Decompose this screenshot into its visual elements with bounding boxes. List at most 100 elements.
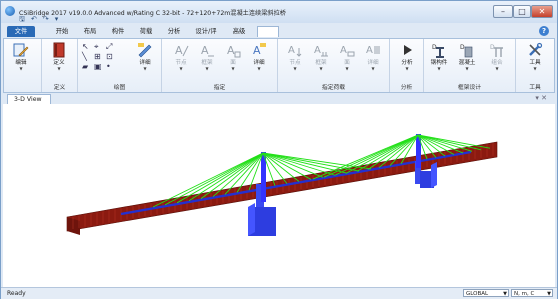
load-area-icon: A bbox=[340, 45, 355, 57]
tab-components[interactable]: 构件 bbox=[109, 26, 127, 37]
group-define: 定义 ▼ 定义 bbox=[42, 39, 78, 92]
stay-cables[interactable] bbox=[152, 134, 491, 208]
draw-point-icon[interactable]: • bbox=[106, 63, 114, 71]
svg-text:A: A bbox=[175, 44, 183, 57]
tab-3d-view[interactable]: 3-D View bbox=[7, 94, 51, 104]
group-frame-design-label: 框架设计 bbox=[457, 85, 482, 91]
edit-button[interactable]: 编辑 ▼ bbox=[10, 42, 32, 78]
svg-text:A: A bbox=[314, 45, 321, 56]
app-window: CSiBridge 2017 v19.0.0 Advanced w/Rating… bbox=[0, 0, 558, 299]
status-text: Ready bbox=[7, 290, 26, 297]
draw-link-icon[interactable]: ⊡ bbox=[106, 53, 114, 61]
save-icon[interactable]: 🖫 bbox=[19, 16, 25, 23]
define-book-icon bbox=[53, 42, 65, 58]
title-bar: CSiBridge 2017 v19.0.0 Advanced w/Rating… bbox=[1, 1, 557, 23]
draw-grid-icon[interactable]: ⊞ bbox=[94, 53, 102, 61]
window-title: CSiBridge 2017 v19.0.0 Advanced w/Rating… bbox=[19, 10, 286, 17]
draw-area-icon[interactable]: ▰ bbox=[82, 63, 90, 71]
quick-access-toolbar: 🖫 ↶ ↷ ▾ bbox=[19, 16, 58, 23]
tab-analysis[interactable]: 分析 bbox=[165, 26, 183, 37]
units-value: N, m, C bbox=[514, 291, 535, 297]
assign-area-icon: A bbox=[227, 44, 241, 58]
dropdown-arrow-icon: ▼ bbox=[319, 66, 323, 71]
tab-file[interactable]: 文件 bbox=[7, 26, 35, 37]
tab-advanced[interactable] bbox=[257, 26, 279, 37]
analyze-button[interactable]: 分析 ▼ bbox=[396, 42, 418, 78]
dropdown-arrow-icon: ▼ bbox=[231, 66, 235, 71]
composite-frame-button[interactable]: D 组合 ▼ bbox=[486, 42, 508, 78]
group-tools-label: 工具 bbox=[529, 85, 541, 91]
pier-right-footing-side bbox=[431, 162, 437, 188]
group-tools: 工具 ▼ 工具 bbox=[516, 39, 554, 92]
status-bar: Ready GLOBAL ▼ N, m, C ▼ bbox=[1, 287, 557, 299]
close-button[interactable]: ✕ bbox=[531, 5, 553, 18]
tab-home[interactable]: 开始 bbox=[53, 26, 71, 37]
draw-details-icon bbox=[138, 43, 152, 58]
dropdown-arrow-icon: ▼ bbox=[179, 66, 183, 71]
qat-customize-icon[interactable]: ▾ bbox=[55, 16, 59, 23]
assign-details-button[interactable]: A 详细 ▼ bbox=[248, 42, 270, 78]
chevron-down-icon: ▼ bbox=[503, 291, 507, 297]
run-analysis-icon bbox=[404, 45, 412, 55]
draw-node-icon[interactable]: ⌖ bbox=[94, 43, 102, 51]
svg-text:A: A bbox=[288, 45, 295, 56]
dropdown-arrow-icon: ▼ bbox=[257, 66, 261, 71]
draw-frame-icon[interactable]: ⤢ bbox=[106, 43, 114, 51]
group-draw-label: 绘图 bbox=[113, 85, 126, 91]
load-joint-button[interactable]: A 节点 ▼ bbox=[284, 42, 306, 78]
minimize-button[interactable]: – bbox=[493, 5, 513, 18]
window-pane-controls[interactable]: ▾ ✕ bbox=[535, 94, 547, 102]
steel-frame-icon: D bbox=[432, 44, 444, 58]
coordinate-system-value: GLOBAL bbox=[466, 291, 489, 297]
ribbon: 编辑 ▼ 定义 ▼ 定义 ↖ ⌖ ⤢ ╲ ⊞ ⊡ ▰ ▣ • 详细 ▼ 绘图 A… bbox=[3, 38, 555, 93]
assign-area-button[interactable]: A 面 ▼ bbox=[222, 42, 244, 78]
bridge-3d-model[interactable] bbox=[3, 104, 555, 287]
steel-frame-button[interactable]: D 钢构件 ▼ bbox=[428, 42, 450, 78]
assign-joint-icon: A bbox=[175, 44, 189, 57]
dropdown-arrow-icon: ▼ bbox=[57, 66, 61, 71]
tab-layout[interactable]: 布局 bbox=[81, 26, 99, 37]
svg-text:A: A bbox=[366, 45, 373, 56]
assign-joint-button[interactable]: A 节点 ▼ bbox=[170, 42, 192, 78]
load-area-button[interactable]: A 面 ▼ bbox=[336, 42, 358, 78]
draw-line-icon[interactable]: ╲ bbox=[82, 53, 90, 61]
stay-cable[interactable] bbox=[262, 152, 372, 170]
load-joint-icon: A bbox=[288, 45, 302, 57]
units-select[interactable]: N, m, C ▼ bbox=[511, 289, 553, 297]
group-analyze: 分析 ▼ 分析 bbox=[390, 39, 424, 92]
redo-icon[interactable]: ↷ bbox=[43, 16, 49, 23]
load-details-icon: A bbox=[366, 45, 380, 56]
maximize-button[interactable]: □ bbox=[513, 5, 531, 18]
load-frame-icon: A bbox=[314, 45, 328, 57]
svg-text:A: A bbox=[253, 44, 261, 57]
draw-rect-icon[interactable]: ▣ bbox=[94, 63, 102, 71]
tools-button[interactable]: 工具 ▼ bbox=[524, 42, 546, 78]
group-define-label: 定义 bbox=[53, 85, 66, 91]
tab-loads[interactable]: 荷载 bbox=[137, 26, 155, 37]
undo-icon[interactable]: ↶ bbox=[31, 16, 37, 23]
group-frame-design: D 钢构件 ▼ D 混凝土 ▼ D 组合 ▼ 框架设计 bbox=[424, 39, 516, 92]
assign-frame-button[interactable]: A 框架 ▼ bbox=[196, 42, 218, 78]
composite-frame-icon: D bbox=[490, 44, 503, 57]
svg-text:D: D bbox=[460, 44, 465, 51]
concrete-frame-icon: D bbox=[460, 44, 473, 58]
define-button[interactable]: 定义 ▼ bbox=[48, 42, 70, 78]
select-pointer-icon[interactable]: ↖ bbox=[82, 43, 90, 51]
tab-design-rating[interactable]: 高级 bbox=[223, 26, 255, 37]
tab-analyze[interactable]: 设计/评价 bbox=[195, 26, 217, 46]
model-viewport[interactable] bbox=[3, 104, 555, 287]
help-icon[interactable]: ? bbox=[539, 26, 549, 36]
tower-right[interactable] bbox=[416, 134, 421, 168]
load-details-button[interactable]: A 详细 ▼ bbox=[362, 42, 384, 78]
concrete-frame-button[interactable]: D 混凝土 ▼ bbox=[456, 42, 478, 78]
tools-wrench-icon bbox=[529, 42, 543, 56]
dropdown-arrow-icon: ▼ bbox=[205, 66, 209, 71]
draw-details-button[interactable]: 详细 ▼ bbox=[134, 42, 156, 78]
coordinate-system-select[interactable]: GLOBAL ▼ bbox=[463, 289, 509, 297]
chevron-down-icon: ▼ bbox=[547, 291, 551, 297]
assign-frame-icon: A bbox=[201, 44, 214, 57]
group-assign-label: 指定 bbox=[213, 85, 226, 91]
csibridge-logo-icon[interactable] bbox=[5, 6, 15, 16]
group-analyze-label: 分析 bbox=[400, 85, 413, 91]
load-frame-button[interactable]: A 框架 ▼ bbox=[310, 42, 332, 78]
